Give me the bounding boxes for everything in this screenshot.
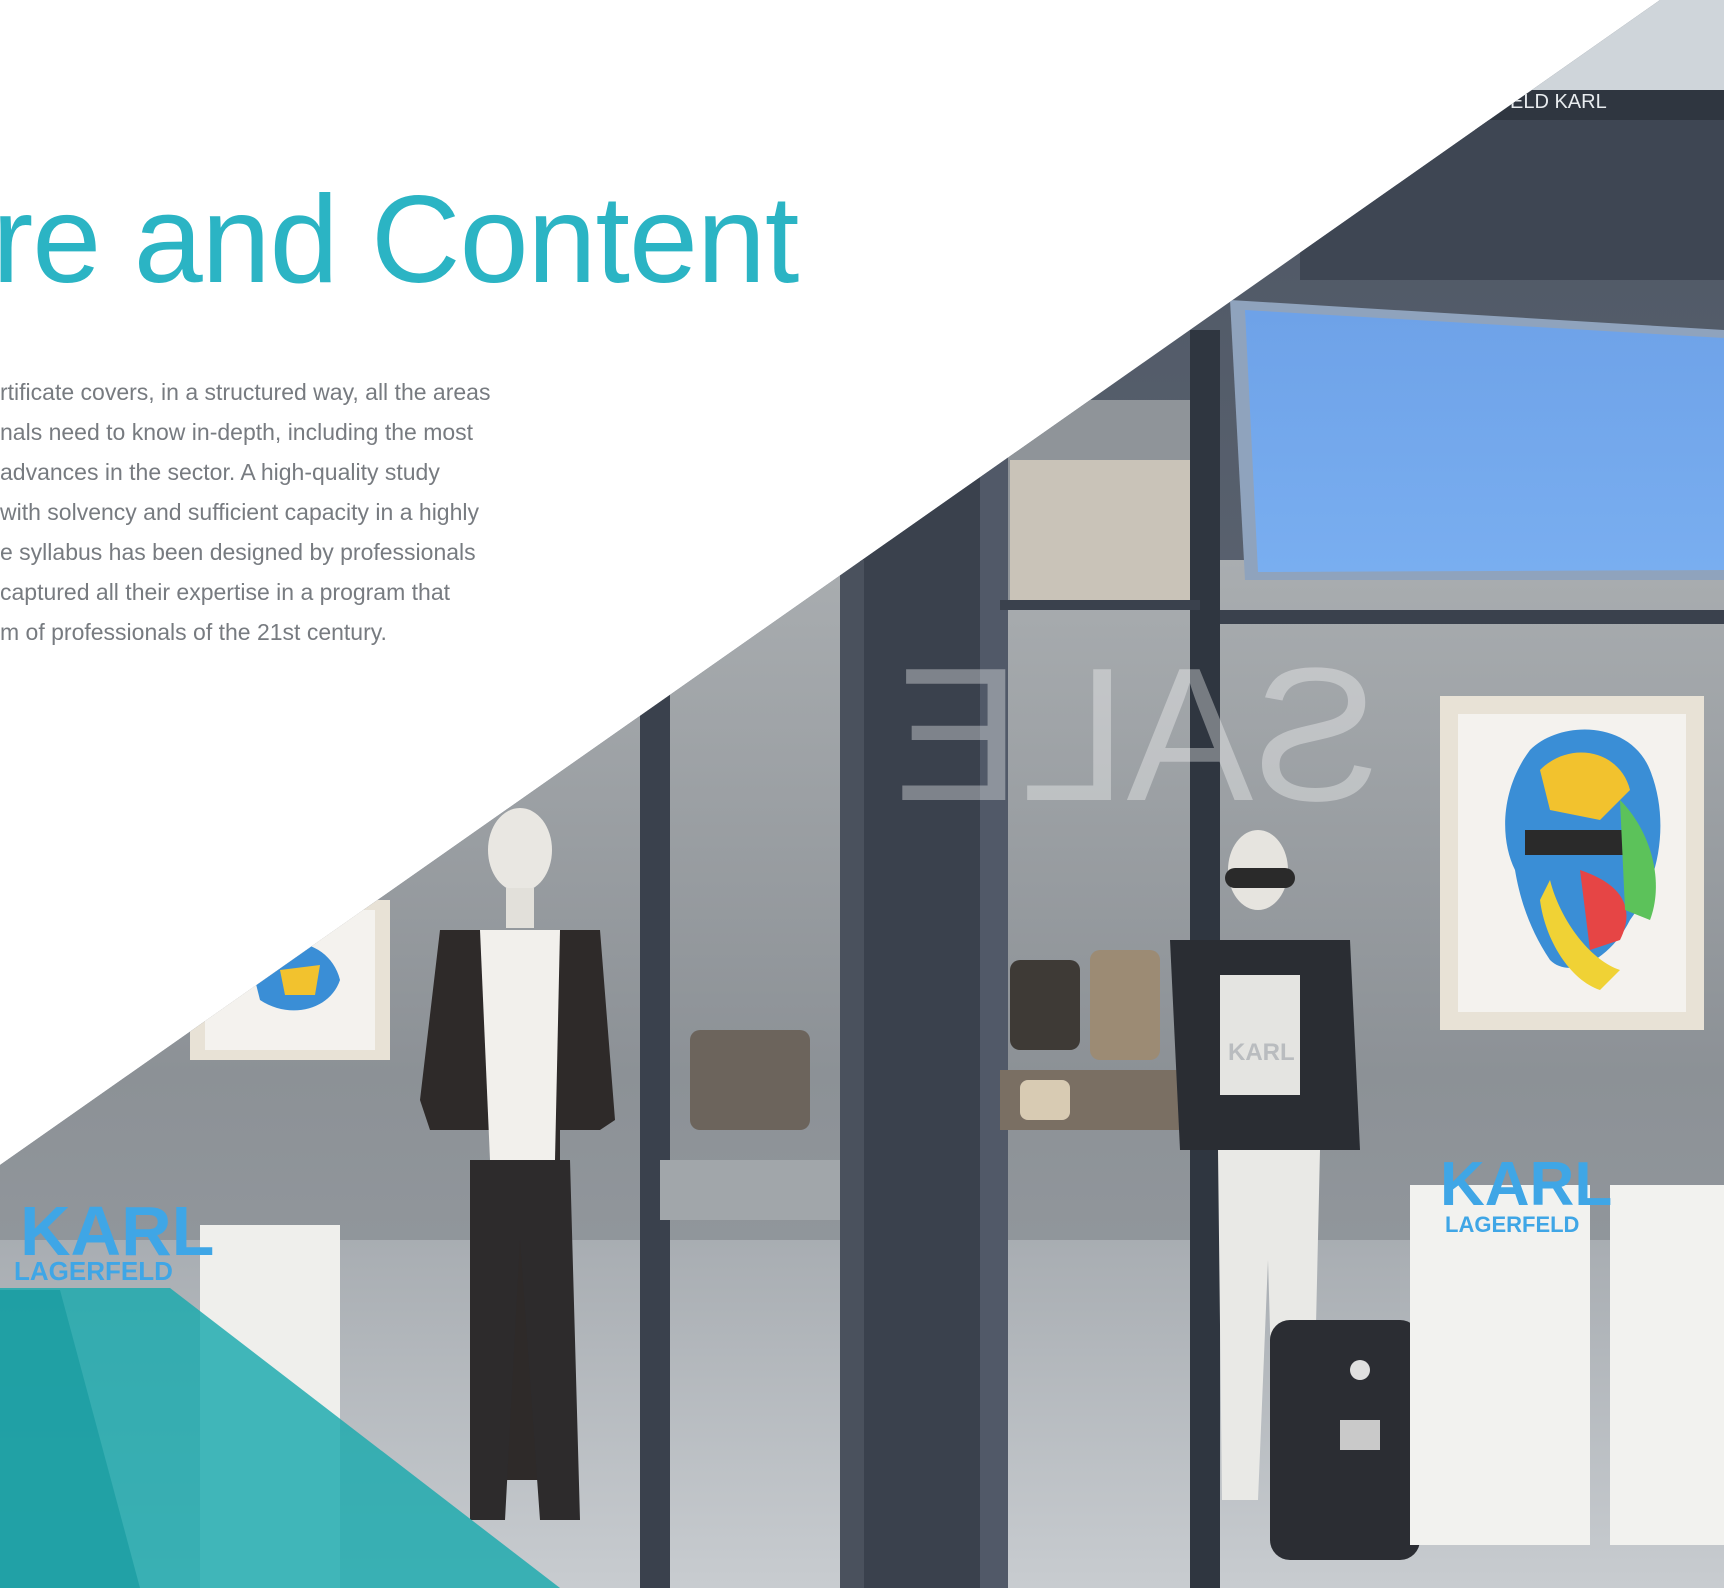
page-title: re and Content (0, 171, 799, 309)
pedestal (1410, 1185, 1590, 1545)
brand-sign-right-sub: LAGERFELD (1445, 1212, 1579, 1237)
brand-sign-left-sub: LAGERFELD (14, 1256, 173, 1286)
body-line: with solvency and sufficient capacity in… (0, 499, 480, 525)
page: ELD KARL SALE KARL KARL LAGERFELD KARL L… (0, 0, 1724, 1588)
body-line: e syllabus has been designed by professi… (0, 539, 476, 565)
pillar (860, 380, 980, 1588)
body-line: captured all their expertise in a progra… (0, 579, 451, 605)
body-line: m of professionals of the 21st century. (0, 619, 387, 645)
body-paragraph: rtificate covers, in a structured way, a… (0, 372, 560, 652)
body-line: advances in the sector. A high-quality s… (0, 459, 440, 485)
screen (1245, 310, 1724, 572)
mannequin-head (488, 808, 552, 892)
reflection-text: SALE (894, 629, 1380, 841)
body-line: nals need to know in-depth, including th… (0, 419, 474, 445)
brand-sign-right: KARL (1440, 1150, 1612, 1219)
body-line: rtificate covers, in a structured way, a… (0, 379, 491, 405)
top-sign-text: ELD KARL (1510, 91, 1607, 113)
shirt-text: KARL (1228, 1039, 1295, 1066)
